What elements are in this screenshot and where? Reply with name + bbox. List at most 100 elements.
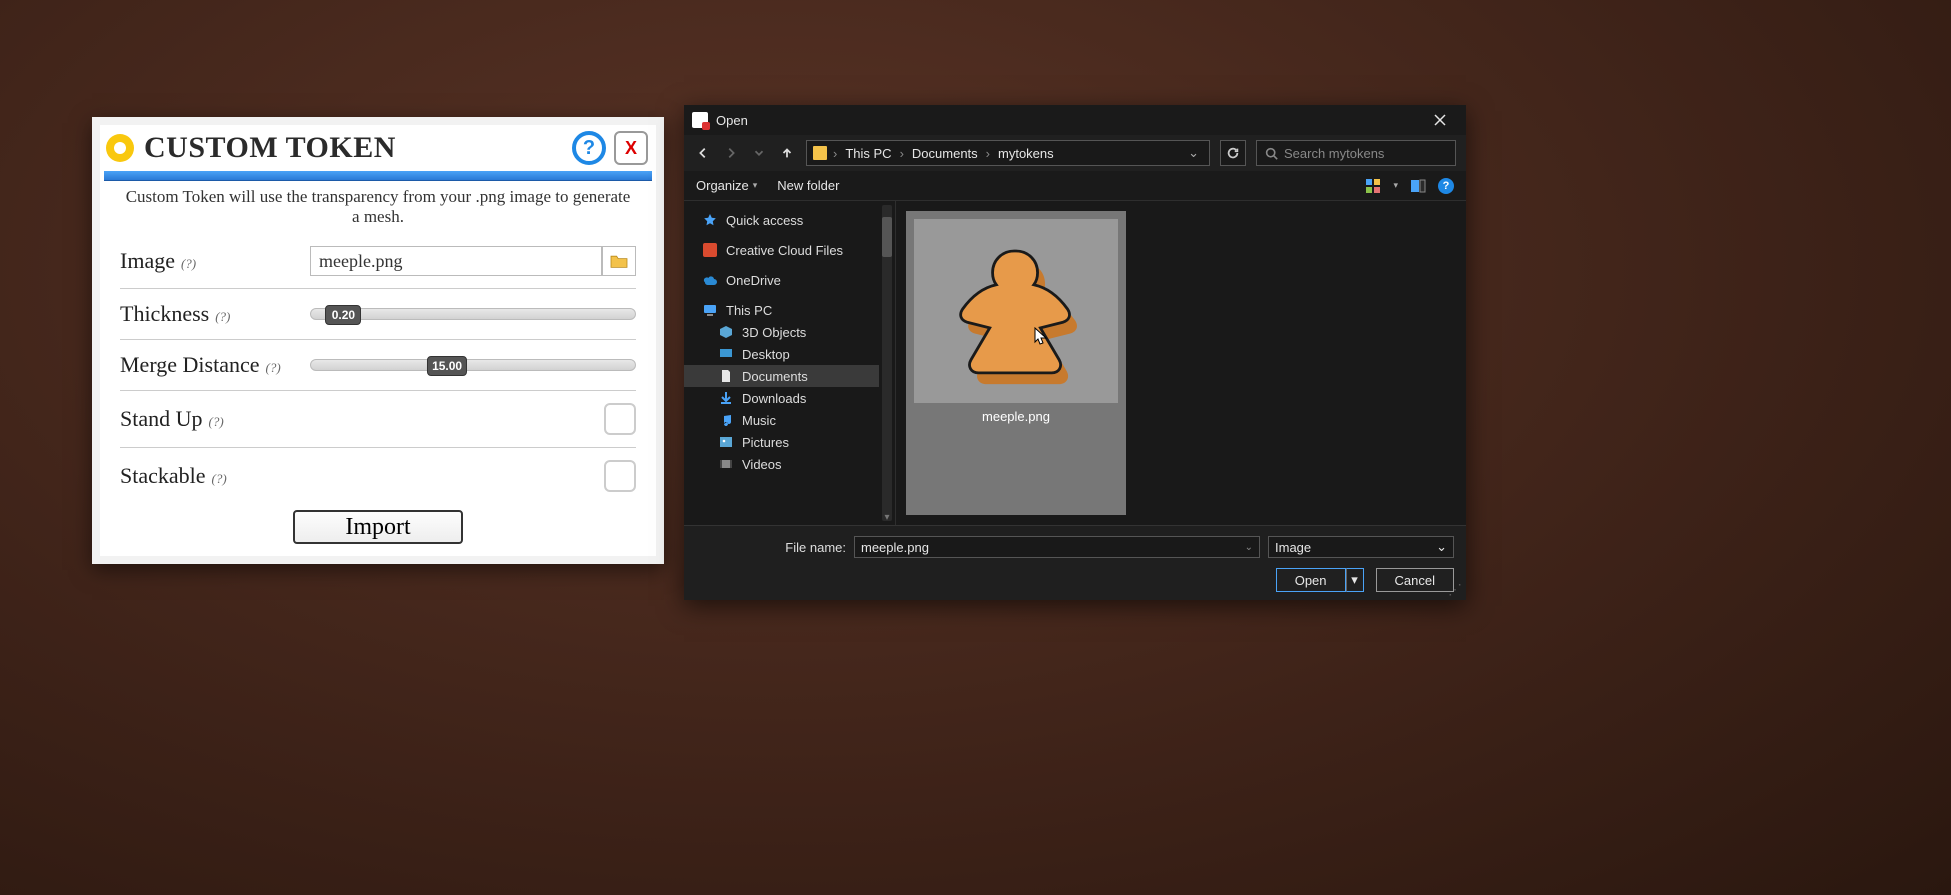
preview-pane-button[interactable] <box>1410 178 1426 194</box>
stand-up-hint-icon[interactable]: (?) <box>209 414 224 430</box>
image-label-text: Image <box>120 248 175 274</box>
tree-scrollbar[interactable]: ▴ ▾ <box>879 201 895 525</box>
tree-label: Music <box>742 413 776 428</box>
breadcrumb-mytokens[interactable]: mytokens <box>994 144 1058 163</box>
tree-creative-cloud[interactable]: Creative Cloud Files <box>684 239 895 261</box>
filter-value: Image <box>1275 540 1311 555</box>
stackable-label: Stackable (?) <box>120 463 310 489</box>
breadcrumb-this-pc[interactable]: This PC <box>841 144 895 163</box>
file-name-label: File name: <box>696 540 846 555</box>
resize-grip-icon[interactable]: ⋰ <box>1448 581 1462 598</box>
breadcrumb-documents[interactable]: Documents <box>908 144 982 163</box>
meeple-icon <box>941 236 1091 386</box>
tree-label: Videos <box>742 457 782 472</box>
file-open-body: Quick access Creative Cloud Files OneDri… <box>684 201 1466 525</box>
tree-label: 3D Objects <box>742 325 806 340</box>
tree-label: Desktop <box>742 347 790 362</box>
tree-quick-access[interactable]: Quick access <box>684 209 895 231</box>
download-icon <box>718 390 734 406</box>
open-dropdown[interactable]: ▾ <box>1346 568 1364 592</box>
custom-token-titlebar: CUSTOM TOKEN ? X <box>100 125 656 167</box>
nav-forward-button[interactable] <box>722 144 740 162</box>
tree-music[interactable]: Music <box>684 409 895 431</box>
nav-up-button[interactable] <box>778 144 796 162</box>
view-mode-button[interactable] <box>1365 178 1381 194</box>
import-button[interactable]: Import <box>293 510 463 544</box>
app-icon <box>692 112 708 128</box>
caret-down-icon[interactable]: ⌄ <box>1436 539 1447 555</box>
search-input[interactable]: Search mytokens <box>1256 140 1456 166</box>
image-row: Image (?) <box>120 234 636 289</box>
tree-onedrive[interactable]: OneDrive <box>684 269 895 291</box>
merge-distance-hint-icon[interactable]: (?) <box>266 360 281 376</box>
tree-this-pc[interactable]: This PC <box>684 299 895 321</box>
caret-down-icon[interactable]: ▾ <box>1393 180 1398 191</box>
custom-token-description: Custom Token will use the transparency f… <box>120 187 636 226</box>
thickness-hint-icon[interactable]: (?) <box>215 309 230 325</box>
search-placeholder: Search mytokens <box>1284 146 1384 161</box>
thickness-slider[interactable]: 0.20 <box>310 308 636 320</box>
tree-documents[interactable]: Documents <box>684 365 895 387</box>
slider-track: 15.00 <box>310 359 636 371</box>
tree-label: Creative Cloud Files <box>726 243 843 258</box>
videos-icon <box>718 456 734 472</box>
merge-distance-value[interactable]: 15.00 <box>427 356 467 376</box>
tree-label: Documents <box>742 369 808 384</box>
close-button[interactable]: X <box>614 131 648 165</box>
open-button[interactable]: Open <box>1276 568 1346 592</box>
accent-bar <box>104 171 652 181</box>
help-icon[interactable]: ? <box>1438 178 1454 194</box>
stackable-checkbox[interactable] <box>604 460 636 492</box>
nav-recent-button[interactable] <box>750 144 768 162</box>
music-icon <box>718 412 734 428</box>
stand-up-checkbox[interactable] <box>604 403 636 435</box>
file-name-input[interactable]: meeple.png ⌄ <box>854 536 1260 558</box>
file-name-value: meeple.png <box>861 540 929 555</box>
browse-button[interactable] <box>602 246 636 276</box>
thickness-value[interactable]: 0.20 <box>325 305 361 325</box>
new-folder-button[interactable]: New folder <box>777 178 839 193</box>
help-icon[interactable]: ? <box>572 131 606 165</box>
nav-back-button[interactable] <box>694 144 712 162</box>
cancel-button[interactable]: Cancel <box>1376 568 1454 592</box>
custom-token-title: CUSTOM TOKEN <box>144 131 572 165</box>
folder-icon <box>813 146 827 160</box>
computer-icon <box>702 302 718 318</box>
refresh-button[interactable] <box>1220 140 1246 166</box>
file-item-meeple[interactable]: meeple.png <box>906 211 1126 515</box>
file-open-toolbar: Organize ▾ New folder ▾ ? <box>684 171 1466 201</box>
tree-3d-objects[interactable]: 3D Objects <box>684 321 895 343</box>
file-type-filter[interactable]: Image ⌄ <box>1268 536 1454 558</box>
organize-label: Organize <box>696 178 749 193</box>
merge-distance-slider[interactable]: 15.00 <box>310 359 636 371</box>
file-open-titlebar: Open <box>684 105 1466 135</box>
organize-menu[interactable]: Organize ▾ <box>696 178 757 193</box>
stackable-hint-icon[interactable]: (?) <box>212 471 227 487</box>
thickness-label-text: Thickness <box>120 301 209 327</box>
chevron-right-icon: › <box>833 146 837 161</box>
search-icon <box>1265 147 1278 160</box>
file-open-footer: File name: meeple.png ⌄ Image ⌄ Open ▾ C… <box>684 525 1466 600</box>
stackable-label-text: Stackable <box>120 463 206 489</box>
custom-token-window: CUSTOM TOKEN ? X Custom Token will use t… <box>92 117 664 564</box>
tree-label: This PC <box>726 303 772 318</box>
tree-label: OneDrive <box>726 273 781 288</box>
window-close-button[interactable] <box>1420 106 1460 134</box>
document-icon <box>718 368 734 384</box>
tree-downloads[interactable]: Downloads <box>684 387 895 409</box>
desktop-icon <box>718 346 734 362</box>
tree-desktop[interactable]: Desktop <box>684 343 895 365</box>
folder-tree: Quick access Creative Cloud Files OneDri… <box>684 201 896 525</box>
chevron-right-icon: › <box>900 146 904 161</box>
close-icon <box>1434 114 1446 126</box>
address-dropdown[interactable]: ⌄ <box>1184 145 1203 161</box>
tree-pictures[interactable]: Pictures <box>684 431 895 453</box>
scroll-down-icon[interactable]: ▾ <box>881 511 893 523</box>
caret-down-icon[interactable]: ⌄ <box>1245 542 1253 553</box>
image-input[interactable] <box>310 246 602 276</box>
image-hint-icon[interactable]: (?) <box>181 256 196 272</box>
scroll-thumb[interactable] <box>882 217 892 257</box>
creative-cloud-icon <box>702 242 718 258</box>
address-bar[interactable]: › This PC › Documents › mytokens ⌄ <box>806 140 1210 166</box>
tree-videos[interactable]: Videos <box>684 453 895 475</box>
